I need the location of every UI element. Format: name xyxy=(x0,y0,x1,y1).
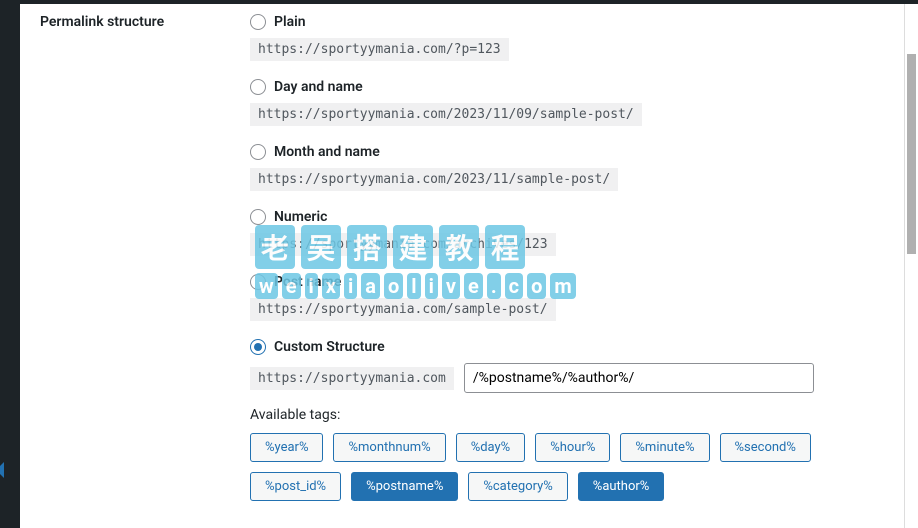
radio-plain[interactable] xyxy=(250,14,266,30)
radio-custom-label[interactable]: Custom Structure xyxy=(274,339,385,355)
tag-button[interactable]: %postname% xyxy=(351,472,458,501)
url-plain: https://sportyymania.com/?p=123 xyxy=(250,38,509,61)
url-numeric: https://sportyymania.com/archives/123 xyxy=(250,233,556,256)
main-content: Permalink structure Plain https://sporty… xyxy=(20,4,904,528)
custom-base-url: https://sportyymania.com xyxy=(250,367,454,390)
tags-row-2: %post_id% %postname% %category% %author% xyxy=(250,472,884,501)
available-tags-label: Available tags: xyxy=(250,407,884,423)
option-custom: Custom Structure https://sportyymania.co… xyxy=(250,339,884,501)
radio-day-name-label[interactable]: Day and name xyxy=(274,79,363,95)
tag-button[interactable]: %category% xyxy=(468,472,567,501)
radio-post-name[interactable] xyxy=(250,274,266,290)
radio-custom[interactable] xyxy=(250,339,266,355)
sidebar-indicator-icon xyxy=(0,462,4,478)
radio-day-name[interactable] xyxy=(250,79,266,95)
option-post-name: Post name https://sportyymania.com/sampl… xyxy=(250,274,884,321)
tag-button[interactable]: %author% xyxy=(578,472,665,501)
option-numeric: Numeric https://sportyymania.com/archive… xyxy=(250,209,884,256)
tag-button[interactable]: %hour% xyxy=(535,433,610,462)
radio-month-name[interactable] xyxy=(250,144,266,160)
custom-structure-input[interactable] xyxy=(464,363,814,393)
tag-button[interactable]: %monthnum% xyxy=(333,433,445,462)
url-post-name: https://sportyymania.com/sample-post/ xyxy=(250,298,556,321)
tag-button[interactable]: %day% xyxy=(456,433,526,462)
radio-plain-label[interactable]: Plain xyxy=(274,14,306,30)
tags-row-1: %year% %monthnum% %day% %hour% %minute% %seco… xyxy=(250,433,884,462)
radio-month-name-label[interactable]: Month and name xyxy=(274,144,380,160)
tag-button[interactable]: %minute% xyxy=(620,433,709,462)
url-day-name: https://sportyymania.com/2023/11/09/samp… xyxy=(250,103,642,126)
tag-button[interactable]: %year% xyxy=(250,433,323,462)
sidebar-edge xyxy=(0,4,20,528)
url-month-name: https://sportyymania.com/2023/11/sample-… xyxy=(250,168,618,191)
scrollbar[interactable] xyxy=(904,4,918,528)
option-month-name: Month and name https://sportyymania.com/… xyxy=(250,144,884,191)
option-plain: Plain https://sportyymania.com/?p=123 xyxy=(250,14,884,61)
permalink-options: Plain https://sportyymania.com/?p=123 Da… xyxy=(250,14,884,519)
option-day-name: Day and name https://sportyymania.com/20… xyxy=(250,79,884,126)
tag-button[interactable]: %second% xyxy=(720,433,811,462)
radio-numeric[interactable] xyxy=(250,209,266,225)
scrollbar-thumb[interactable] xyxy=(907,54,916,254)
radio-numeric-label[interactable]: Numeric xyxy=(274,209,327,225)
radio-post-name-label[interactable]: Post name xyxy=(274,274,341,290)
tag-button[interactable]: %post_id% xyxy=(250,472,341,501)
section-label: Permalink structure xyxy=(40,14,250,30)
